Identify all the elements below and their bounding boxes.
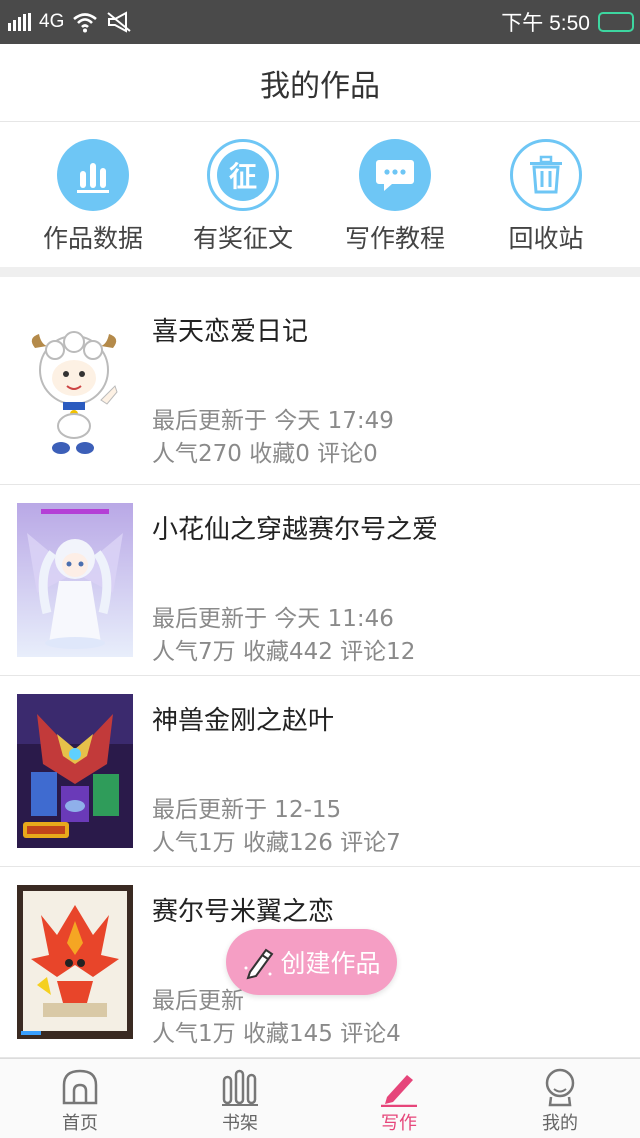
work-stats: 人气1万 收藏126 评论7 <box>152 830 401 856</box>
section-divider <box>0 267 640 277</box>
profile-icon <box>545 1068 575 1107</box>
tab-home[interactable]: 首页 <box>30 1067 130 1135</box>
quick-action-contest[interactable]: 征 有奖征文 <box>168 139 318 255</box>
quick-action-label: 写作教程 <box>344 224 445 253</box>
create-work-label: 创建作品 <box>280 949 381 978</box>
work-updated: 最后更新于 今天 11:46 <box>152 606 394 632</box>
create-work-button[interactable]: 创建作品 <box>226 929 397 995</box>
quick-action-label: 作品数据 <box>42 224 143 253</box>
work-item[interactable]: 喜天恋爱日记 最后更新于 今天 17:49 人气270 收藏0 评论0 <box>0 277 640 485</box>
zheng-glyph: 征 <box>228 160 257 193</box>
work-updated: 最后更新于 今天 17:49 <box>152 408 394 434</box>
work-item[interactable]: 小花仙之穿越赛尔号之爱 最后更新于 今天 11:46 人气7万 收藏442 评论… <box>0 485 640 676</box>
tab-label: 书架 <box>222 1113 258 1134</box>
tab-label: 写作 <box>381 1113 417 1134</box>
page-header: 我的作品 <box>0 44 640 122</box>
quick-action-label: 有奖征文 <box>192 224 293 253</box>
work-stats: 人气7万 收藏442 评论12 <box>152 639 416 665</box>
status-right: 下午 5:50 <box>501 8 634 36</box>
tab-mine[interactable]: 我的 <box>510 1067 610 1135</box>
work-title: 喜天恋爱日记 <box>152 317 309 347</box>
chat-bubble-icon <box>359 139 431 211</box>
work-stats: 人气270 收藏0 评论0 <box>152 441 378 467</box>
quick-action-tutorial[interactable]: 写作教程 <box>320 139 470 255</box>
network-type: 4G <box>39 11 65 32</box>
sheep-cover-image <box>17 308 133 462</box>
clock: 下午 5:50 <box>501 12 590 35</box>
mute-icon <box>107 11 131 33</box>
work-title: 小花仙之穿越赛尔号之爱 <box>152 515 439 545</box>
work-title: 赛尔号米翼之恋 <box>152 897 335 927</box>
quick-action-work-data[interactable]: 作品数据 <box>18 139 168 255</box>
robot-cover-image <box>17 694 133 848</box>
signal-icon <box>8 13 31 31</box>
tab-write[interactable]: 写作 <box>349 1067 449 1135</box>
page-title: 我的作品 <box>260 68 380 104</box>
tab-bookshelf[interactable]: 书架 <box>190 1067 290 1135</box>
tab-label: 我的 <box>542 1113 578 1134</box>
pencil-icon <box>381 1075 417 1107</box>
fire-creature-cover-image <box>17 885 133 1039</box>
work-updated: 最后更新 <box>152 988 244 1014</box>
bookshelf-icon <box>222 1069 258 1106</box>
home-icon <box>62 1069 98 1105</box>
work-title: 神兽金刚之赵叶 <box>152 706 335 736</box>
pencil-icon <box>244 948 274 980</box>
work-stats: 人气1万 收藏145 评论4 <box>152 1021 401 1047</box>
status-left: 4G <box>8 8 132 36</box>
quick-action-recycle-bin[interactable]: 回收站 <box>471 139 621 255</box>
bar-chart-icon <box>57 139 129 211</box>
work-item[interactable]: 神兽金刚之赵叶 最后更新于 12-15 人气1万 收藏126 评论7 <box>0 676 640 867</box>
tab-label: 首页 <box>62 1113 98 1134</box>
bottom-tab-bar: 首页 书架 写作 我的 <box>0 1058 640 1138</box>
status-bar: 4G 下午 5:50 <box>0 0 640 44</box>
wifi-icon <box>73 13 98 33</box>
zheng-badge-icon: 征 <box>207 139 279 211</box>
quick-action-label: 回收站 <box>508 224 584 253</box>
trash-icon <box>510 139 582 211</box>
quick-actions: 作品数据 征 有奖征文 写作教程 回收站 <box>0 123 640 267</box>
flower-fairy-cover-image <box>17 503 133 657</box>
work-updated: 最后更新于 12-15 <box>152 797 342 823</box>
battery-icon <box>598 12 634 32</box>
